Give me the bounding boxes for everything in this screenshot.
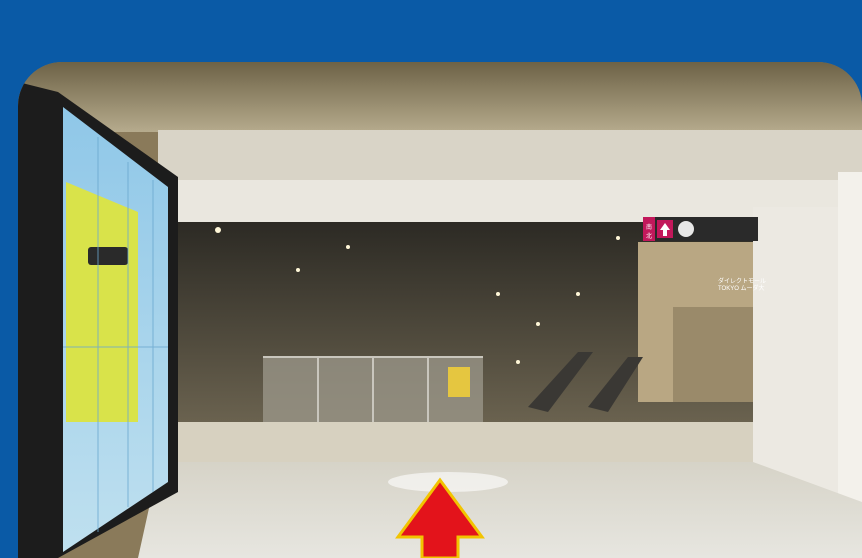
page-background: ダイレクトモール TOKYO ムーダ大 南北 (0, 0, 862, 558)
photo-illustration (18, 62, 862, 558)
sign-line-1: ダイレクトモール (718, 279, 767, 285)
sign-line-2: TOKYO ムーダ大 (718, 286, 765, 292)
overhead-sign-text: ダイレクトモール TOKYO ムーダ大 (718, 279, 774, 293)
sign-side-label: 南北 (646, 225, 653, 240)
mall-corridor-photo: ダイレクトモール TOKYO ムーダ大 南北 (18, 62, 862, 558)
